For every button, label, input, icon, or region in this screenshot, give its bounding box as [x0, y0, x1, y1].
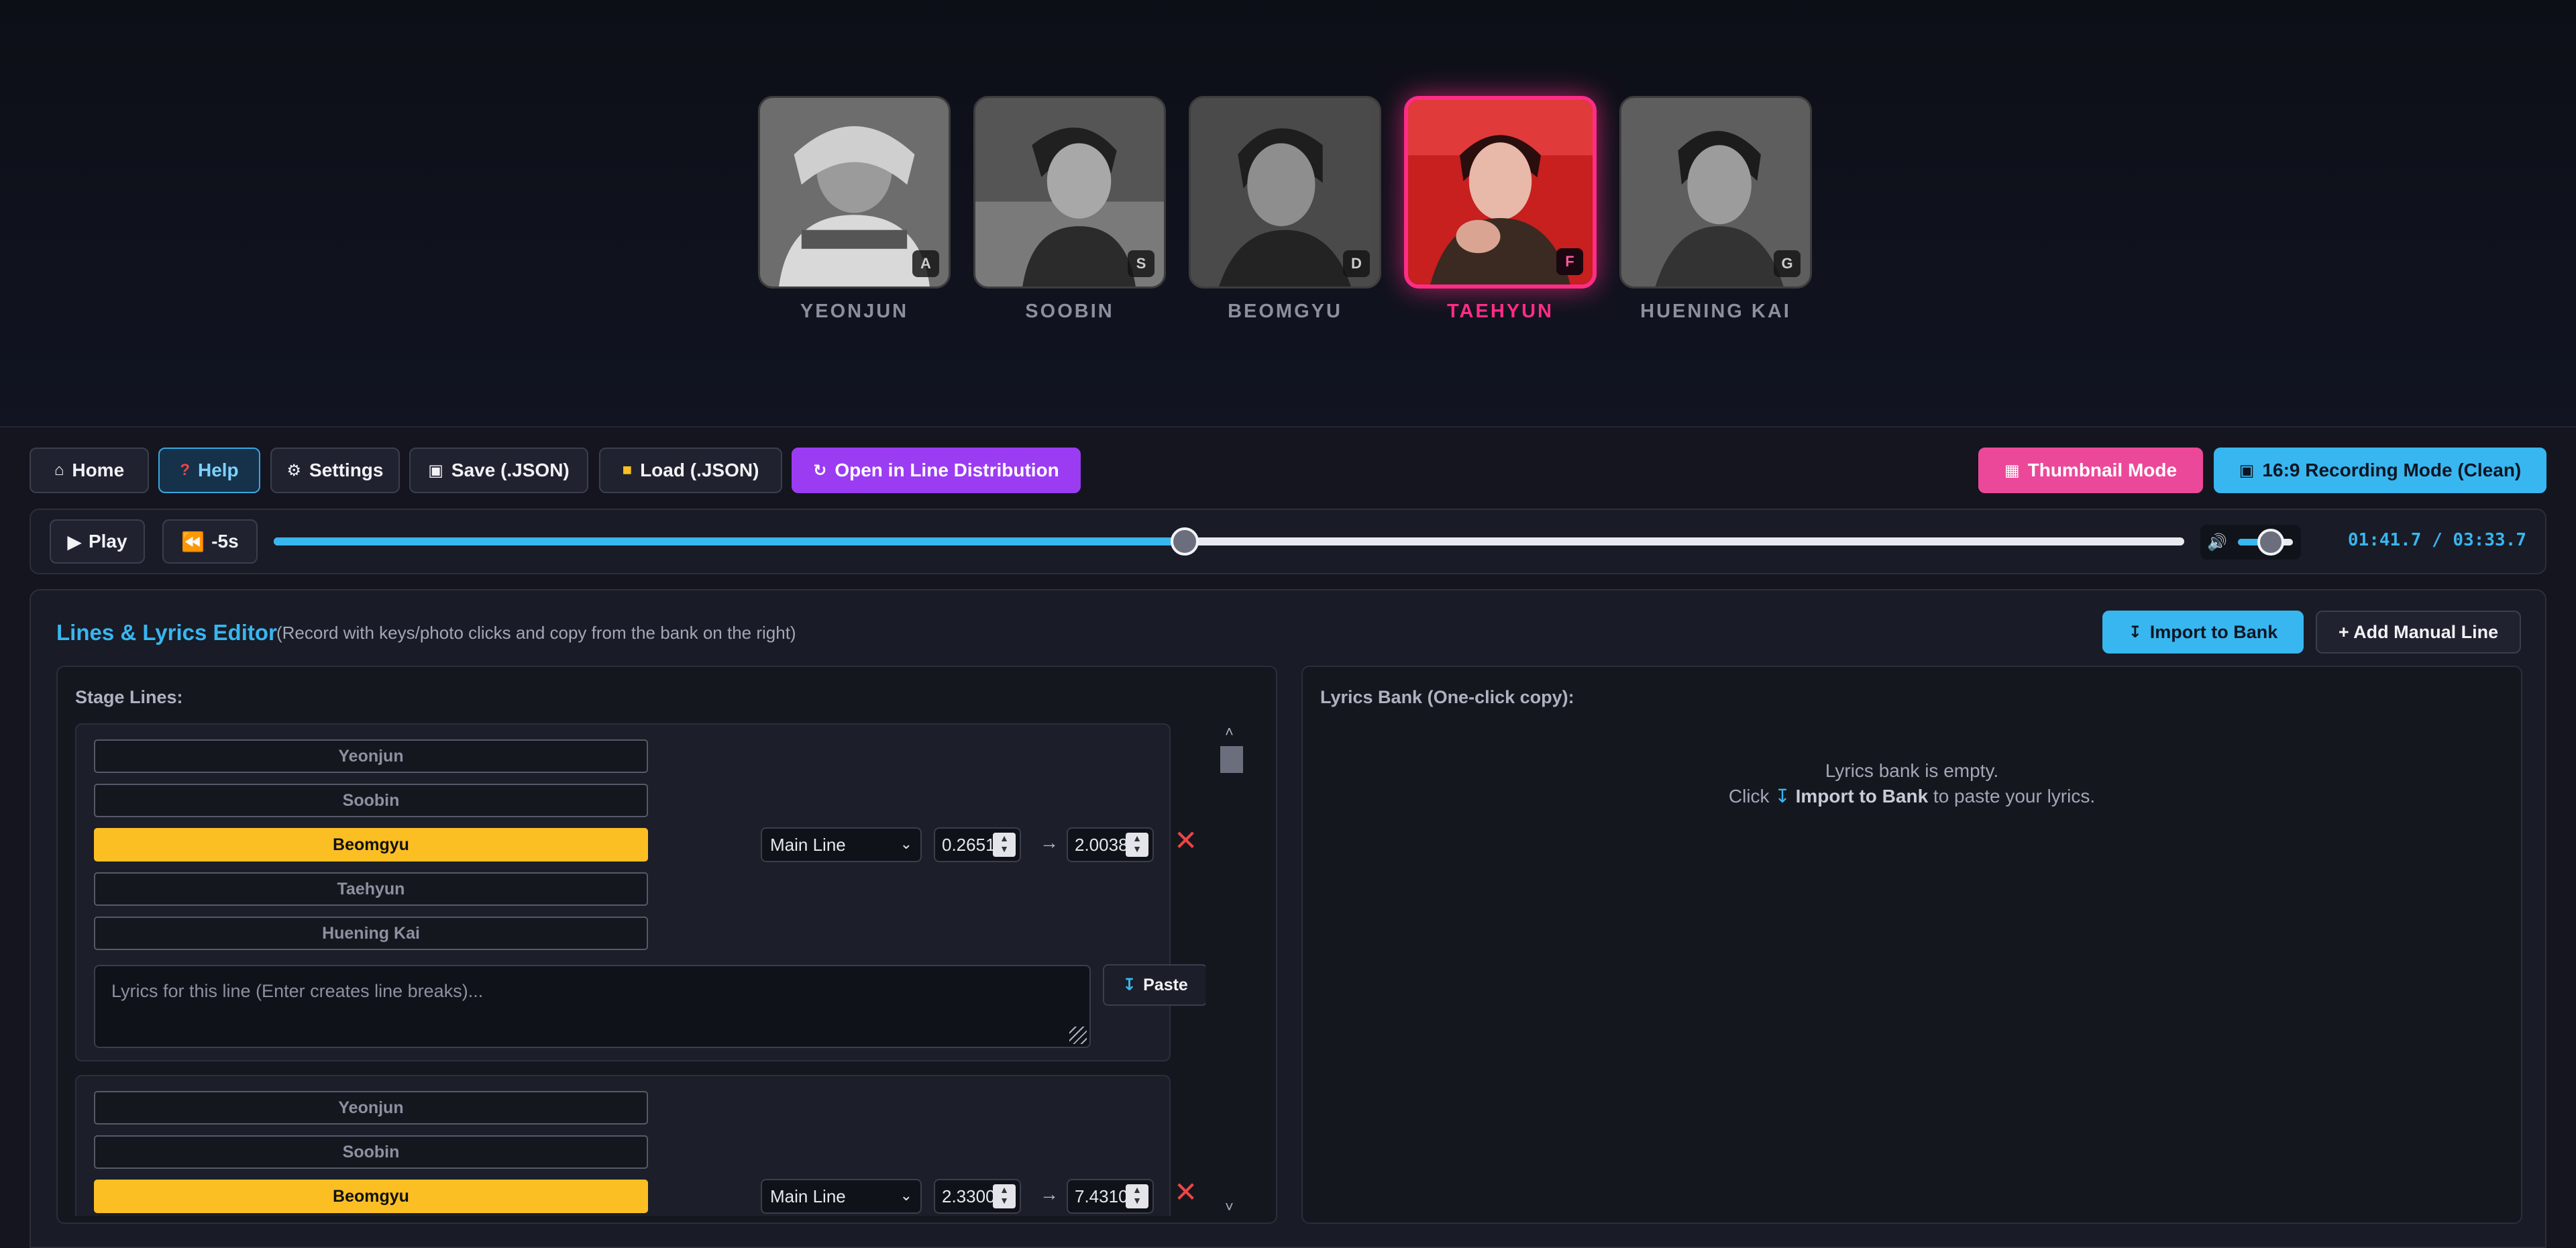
hotkey-badge: G [1774, 250, 1801, 277]
member-card-taehyun[interactable]: F TAEHYUN [1404, 96, 1597, 323]
member-photo[interactable]: G [1619, 96, 1812, 289]
stepper[interactable]: ▲ ▼ [993, 833, 1016, 857]
recording-mode-button[interactable]: ▣ 16:9 Recording Mode (Clean) [2214, 448, 2546, 493]
home-icon: ⌂ [54, 461, 64, 479]
line-type-select[interactable]: Main Line ⌄ [761, 827, 922, 862]
chevron-down-icon: ⌄ [900, 1187, 912, 1204]
gear-icon: ⚙ [286, 461, 302, 480]
end-time-input[interactable]: 7.4310 ▲ ▼ [1067, 1179, 1154, 1214]
home-button[interactable]: ⌂ Home [30, 448, 149, 493]
resize-handle[interactable] [1069, 1027, 1087, 1044]
help-button[interactable]: ? Help [158, 448, 260, 493]
audio-player: ▶ Play ⏪ -5s 🔊 01:41.7 / 03:33.7 [30, 509, 2546, 574]
camera-icon: ▣ [2239, 461, 2255, 480]
start-time-input[interactable]: 2.3300 ▲ ▼ [934, 1179, 1021, 1214]
member-photo[interactable]: S [973, 96, 1166, 289]
import-to-bank-button[interactable]: ↧ Import to Bank [2102, 611, 2304, 654]
member-card-beomgyu[interactable]: D BEOMGYU [1189, 96, 1381, 323]
editor-title: Lines & Lyrics Editor [56, 620, 277, 645]
member-card-yeonjun[interactable]: A YEONJUN [758, 96, 951, 323]
member-name: BEOMGYU [1228, 301, 1342, 322]
member-option-yeonjun[interactable]: Yeonjun [94, 739, 648, 773]
stage-line-card: Yeonjun Soobin Beomgyu Main Line ⌄ 2.3300… [75, 1075, 1197, 1216]
close-icon[interactable]: ✕ [1174, 1176, 1197, 1208]
member-option-beomgyu[interactable]: Beomgyu [94, 1180, 648, 1213]
stepper[interactable]: ▲ ▼ [1126, 833, 1148, 857]
member-photo[interactable]: F [1404, 96, 1597, 289]
member-photo[interactable]: A [758, 96, 951, 289]
stage-lines-label: Stage Lines: [75, 687, 183, 707]
play-button[interactable]: ▶ Play [50, 519, 145, 564]
lyrics-bank-label: Lyrics Bank (One-click copy): [1320, 687, 1574, 707]
hotkey-badge: D [1343, 250, 1370, 277]
member-option-beomgyu[interactable]: Beomgyu [94, 828, 648, 862]
member-option-soobin[interactable]: Soobin [94, 784, 648, 817]
lyrics-bank-panel: Lyrics Bank (One-click copy): Lyrics ban… [1301, 666, 2522, 1224]
stepper[interactable]: ▲ ▼ [993, 1184, 1016, 1208]
line-type-select[interactable]: Main Line ⌄ [761, 1179, 922, 1214]
arrow-icon: → [1040, 832, 1059, 853]
end-time-input[interactable]: 2.0038 ▲ ▼ [1067, 827, 1154, 862]
member-card-soobin[interactable]: S SOOBIN [973, 96, 1166, 323]
seek-handle[interactable] [1171, 527, 1199, 556]
chevron-down-icon[interactable]: ˅ [1225, 1198, 1234, 1216]
lyrics-textarea[interactable]: Lyrics for this line (Enter creates line… [94, 965, 1091, 1048]
volume-slider[interactable] [2238, 529, 2293, 556]
member-name: YEONJUN [800, 301, 909, 322]
inbox-icon: ↧ [1774, 786, 1790, 807]
editor-subtitle: (Record with keys/photo clicks and copy … [276, 623, 796, 643]
rewind-5s-button[interactable]: ⏪ -5s [162, 519, 258, 564]
help-icon: ? [180, 461, 190, 479]
lines-lyrics-editor: Lines & Lyrics Editor (Record with keys/… [30, 589, 2546, 1248]
time-readout: 01:41.7 / 03:33.7 [2347, 530, 2526, 550]
member-cards: A YEONJUN S SOOBIN D BEOMGYU F TAEHYUN G… [758, 96, 1812, 323]
member-option-huening-kai[interactable]: Huening Kai [94, 917, 648, 950]
play-icon: ▶ [67, 531, 82, 552]
paste-button[interactable]: ↧ Paste [1103, 964, 1205, 1006]
load-json-button[interactable]: ■ Load (.JSON) [599, 448, 782, 493]
save-icon: ▣ [428, 461, 443, 480]
lyrics-bank-empty-message: Lyrics bank is empty. Click ↧ Import to … [1728, 760, 2096, 807]
scrollbar-thumb[interactable] [1220, 746, 1243, 773]
inbox-icon: ↧ [1122, 976, 1137, 994]
member-option-soobin[interactable]: Soobin [94, 1135, 648, 1169]
arrow-icon: → [1040, 1184, 1059, 1204]
image-icon: ▦ [2004, 461, 2020, 480]
hotkey-badge: A [912, 250, 939, 277]
member-name: SOOBIN [1025, 301, 1114, 322]
folder-icon: ■ [622, 461, 633, 479]
member-selector-panel: A YEONJUN S SOOBIN D BEOMGYU F TAEHYUN G… [0, 0, 2576, 427]
stage-lines-scrollbar[interactable]: ˄ ˅ [1220, 723, 1244, 1216]
volume-control: 🔊 [2200, 525, 2301, 560]
close-icon[interactable]: ✕ [1174, 824, 1197, 857]
member-card-huening-kai[interactable]: G HUENING KAI [1619, 96, 1812, 323]
hotkey-badge: F [1556, 248, 1583, 275]
member-photo[interactable]: D [1189, 96, 1381, 289]
member-name: HUENING KAI [1640, 301, 1791, 322]
stage-line-card: Yeonjun Soobin Beomgyu Taehyun Huening K… [75, 723, 1205, 1061]
rewind-icon: ⏪ [181, 531, 205, 552]
member-option-yeonjun[interactable]: Yeonjun [94, 1091, 648, 1125]
chevron-up-icon[interactable]: ˄ [1225, 723, 1234, 741]
save-json-button[interactable]: ▣ Save (.JSON) [409, 448, 588, 493]
stepper[interactable]: ▲ ▼ [1126, 1184, 1148, 1208]
volume-handle[interactable] [2257, 529, 2285, 556]
refresh-icon: ↻ [813, 461, 827, 480]
add-manual-line-button[interactable]: + Add Manual Line [2316, 611, 2521, 654]
inbox-icon: ↧ [2128, 623, 2142, 641]
chevron-down-icon: ⌄ [900, 835, 912, 852]
hotkey-badge: S [1128, 250, 1155, 277]
open-line-distribution-button[interactable]: ↻ Open in Line Distribution [792, 448, 1081, 493]
volume-icon: 🔊 [2207, 533, 2227, 552]
stage-lines-list[interactable]: Yeonjun Soobin Beomgyu Taehyun Huening K… [75, 723, 1205, 1216]
stage-lines-panel: Stage Lines: Yeonjun Soobin Beomgyu Taeh… [56, 666, 1277, 1224]
seek-bar[interactable] [274, 527, 2184, 556]
thumbnail-mode-button[interactable]: ▦ Thumbnail Mode [1978, 448, 2203, 493]
start-time-input[interactable]: 0.2651 ▲ ▼ [934, 827, 1021, 862]
member-option-taehyun[interactable]: Taehyun [94, 872, 648, 906]
settings-button[interactable]: ⚙ Settings [270, 448, 400, 493]
seek-progress [274, 537, 1185, 545]
member-name: TAEHYUN [1446, 301, 1554, 322]
